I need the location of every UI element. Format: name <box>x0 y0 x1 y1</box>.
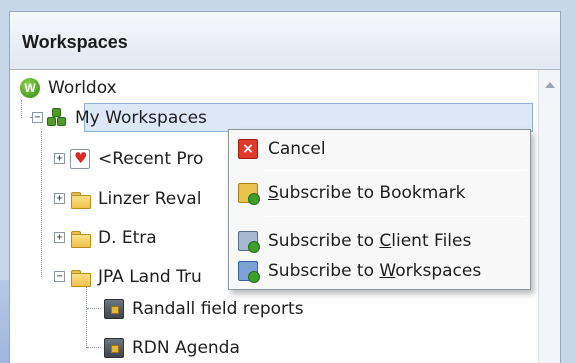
tree-node-recent[interactable]: <Recent Pro <box>70 144 203 174</box>
menu-item-label: Subscribe to Client Files <box>268 231 472 251</box>
expand-toggle-icon[interactable]: + <box>54 193 65 204</box>
menu-item-label: Subscribe to Bookmark <box>268 183 466 203</box>
subscribe-client-files-icon <box>238 231 260 253</box>
scroll-up-arrow-icon[interactable] <box>545 82 555 88</box>
menu-item-cancel[interactable]: × Cancel <box>231 134 528 164</box>
vertical-scrollbar[interactable] <box>538 70 560 363</box>
menu-item-subscribe-client-files[interactable]: Subscribe to Client Files <box>231 226 528 256</box>
collapse-toggle-icon[interactable]: − <box>54 271 65 282</box>
mnemonic: W <box>379 261 396 281</box>
tree-node-rdn-agenda[interactable]: RDN Agenda <box>104 333 240 363</box>
tree-node-d-etra[interactable]: D. Etra <box>70 223 157 253</box>
workspaces-icon <box>47 108 67 128</box>
file-cabinet-icon <box>104 299 124 319</box>
tree-node-my-workspaces[interactable]: My Workspaces <box>47 103 207 133</box>
expand-toggle-icon[interactable]: + <box>54 153 65 164</box>
tree-line <box>87 347 101 348</box>
folder-icon <box>70 267 91 287</box>
menu-item-label: Cancel <box>268 139 326 159</box>
menu-separator <box>265 170 526 171</box>
tree-node-label: <Recent Pro <box>98 149 204 169</box>
menu-separator <box>265 216 526 217</box>
tree-node-label: JPA Land Tru <box>98 267 202 287</box>
tree-line <box>41 131 42 277</box>
tree-node-label: Randall field reports <box>132 299 304 319</box>
mnemonic: C <box>379 231 392 251</box>
tree-line <box>87 308 101 309</box>
subscribe-workspaces-icon <box>238 261 260 283</box>
tree-node-worldox[interactable]: W Worldox <box>20 73 117 103</box>
tree-node-label: D. Etra <box>98 228 157 248</box>
tree-node-label: My Workspaces <box>75 108 207 128</box>
collapse-toggle-icon[interactable]: − <box>32 112 43 123</box>
expand-toggle-icon[interactable]: + <box>54 232 65 243</box>
favorites-heart-icon <box>70 149 90 169</box>
file-cabinet-icon <box>104 338 124 358</box>
mnemonic: S <box>268 183 279 203</box>
tree-node-linzer-reval[interactable]: Linzer Reval <box>70 184 201 214</box>
folder-icon <box>70 228 91 248</box>
tree-node-randall-field-reports[interactable]: Randall field reports <box>104 294 304 324</box>
tree-node-label: Linzer Reval <box>98 189 202 209</box>
worldox-logo-icon: W <box>20 78 40 98</box>
menu-item-subscribe-workspaces[interactable]: Subscribe to Workspaces <box>231 256 528 286</box>
tree-node-jpa-land-trust[interactable]: JPA Land Tru <box>70 262 202 292</box>
subscribe-bookmark-icon <box>238 183 260 205</box>
context-menu: × Cancel Subscribe to Bookmark Subscribe… <box>228 129 531 290</box>
menu-item-label: Subscribe to Workspaces <box>268 261 482 281</box>
tree-node-label: RDN Agenda <box>132 338 240 358</box>
panel-title: Workspaces <box>10 12 560 70</box>
folder-icon <box>70 189 91 209</box>
tree-node-label: Worldox <box>48 78 117 98</box>
menu-item-subscribe-bookmark[interactable]: Subscribe to Bookmark <box>231 178 528 208</box>
cancel-icon: × <box>238 139 258 159</box>
